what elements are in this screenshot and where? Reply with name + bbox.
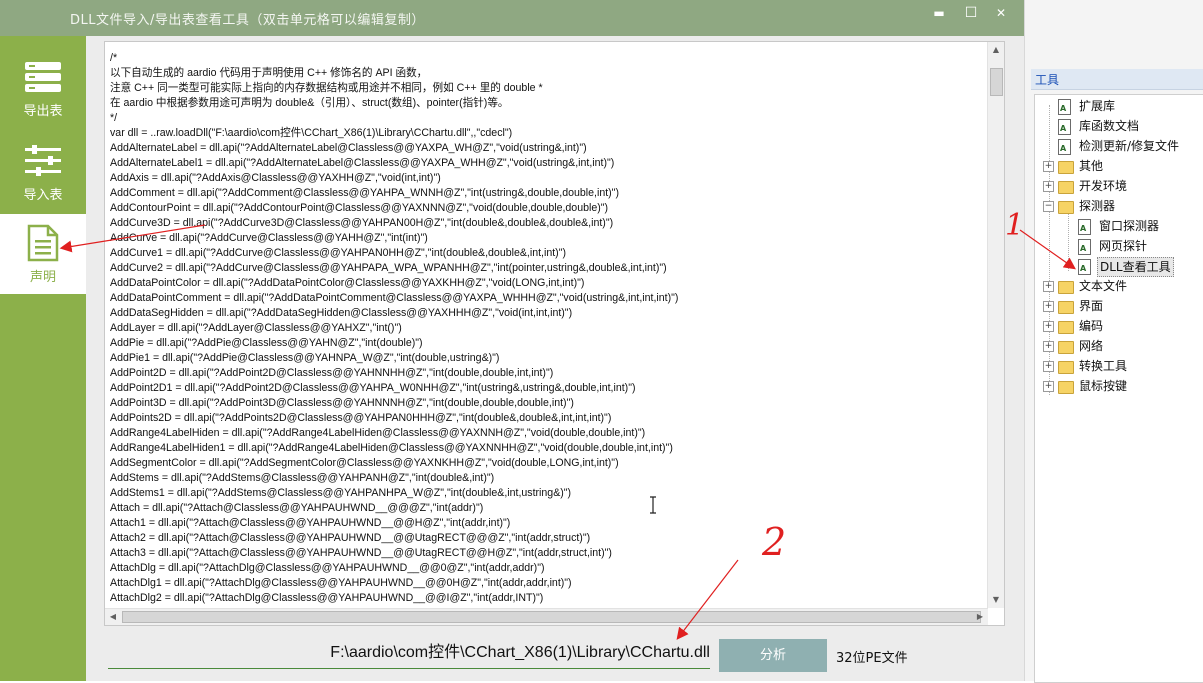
annotation-arrow — [59, 224, 206, 253]
annotation-arrow — [1019, 229, 1076, 270]
annotation-mark-2: 2 — [761, 520, 786, 564]
annotation-mark-1: 1 — [1005, 208, 1024, 243]
annotation-layer: 1 2 — [59, 208, 1076, 640]
text-cursor-icon — [650, 496, 656, 514]
annotation-arrow — [676, 559, 739, 640]
